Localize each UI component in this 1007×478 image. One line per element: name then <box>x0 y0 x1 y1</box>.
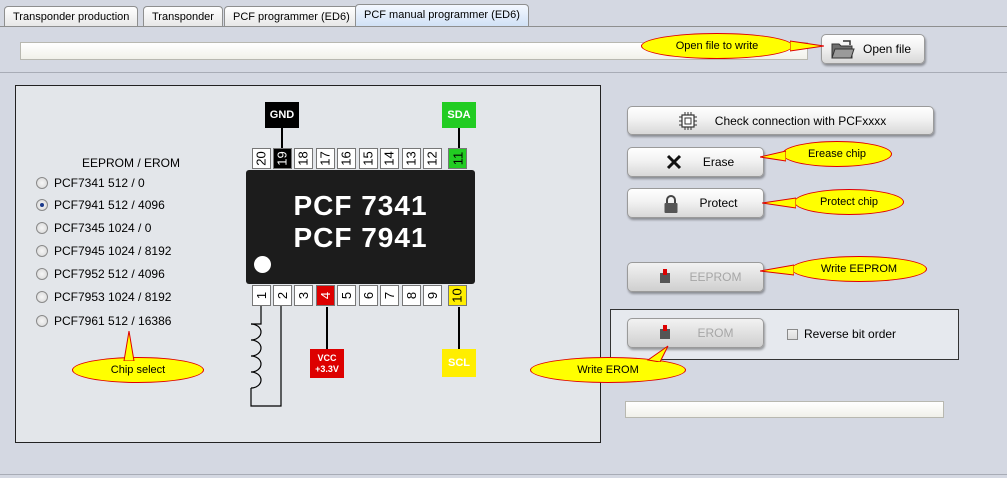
chip-title-line2: PCF 7941 <box>293 222 428 253</box>
pin-7: 7 <box>380 285 399 306</box>
callout-erase-chip: Erease chip <box>782 141 892 167</box>
chip-option-label: PCF7345 1024 / 0 <box>54 221 152 235</box>
status-field <box>625 401 944 418</box>
tab-transponder-production[interactable]: Transponder production <box>4 6 139 27</box>
pin-13: 13 <box>402 148 421 169</box>
chip-option-pcf7961[interactable]: PCF7961 512 / 16386 <box>36 313 171 329</box>
chip-title-line1: PCF 7341 <box>293 190 428 221</box>
chip-option-label: PCF7952 512 / 4096 <box>54 267 165 281</box>
scl-label: SCL <box>442 349 476 377</box>
pin-2: 2 <box>273 285 292 306</box>
gnd-label: GND <box>265 102 299 128</box>
section-divider <box>0 72 1007 73</box>
vcc-text: VCC <box>317 352 337 363</box>
write-eeprom-button[interactable]: EEPROM <box>627 262 764 292</box>
callout-erase-pointer <box>760 150 786 162</box>
chip-diagram-panel: EEPROM / EROM PCF7341 512 / 0 PCF7941 51… <box>15 85 601 443</box>
antenna-coil <box>250 306 282 407</box>
pin-20: 20 <box>252 148 271 169</box>
radio-checked-icon[interactable] <box>36 199 48 211</box>
tab-pcf-manual-programmer[interactable]: PCF manual programmer (ED6) <box>355 4 529 27</box>
close-x-icon <box>666 154 682 170</box>
pin-18: 18 <box>294 148 313 169</box>
pin-10: 10 <box>448 285 467 306</box>
callout-open-file: Open file to write <box>641 33 793 59</box>
chip-option-pcf7953[interactable]: PCF7953 1024 / 8192 <box>36 289 171 305</box>
pin-4: 4 <box>316 285 335 306</box>
open-file-button[interactable]: Open file <box>821 34 925 64</box>
chip-option-label: PCF7961 512 / 16386 <box>54 314 172 328</box>
callout-chip-select: Chip select <box>72 357 204 383</box>
check-connection-button[interactable]: Check connection with PCFxxxx <box>627 106 934 135</box>
pin1-marker <box>254 256 271 273</box>
radio-icon[interactable] <box>36 222 48 234</box>
pin-9: 9 <box>423 285 442 306</box>
radio-icon[interactable] <box>36 291 48 303</box>
vcc-voltage-text: +3.3V <box>315 363 339 374</box>
callout-write-eeprom-pointer <box>760 264 794 276</box>
radio-icon[interactable] <box>36 315 48 327</box>
tab-transponder[interactable]: Transponder <box>143 6 223 27</box>
callout-open-file-pointer <box>790 40 824 52</box>
pin-8: 8 <box>402 285 421 306</box>
pin-1: 1 <box>252 285 271 306</box>
callout-chip-select-pointer <box>123 331 135 361</box>
sda-wire <box>458 128 460 148</box>
radio-icon[interactable] <box>36 245 48 257</box>
protect-button[interactable]: Protect <box>627 188 764 218</box>
tab-pcf-programmer[interactable]: PCF programmer (ED6) <box>224 6 359 27</box>
tab-baseline <box>0 26 1007 27</box>
check-connection-label: Check connection with PCFxxxx <box>714 113 887 128</box>
chip-option-pcf7341[interactable]: PCF7341 512 / 0 <box>36 175 145 191</box>
vcc-label: VCC +3.3V <box>310 349 344 378</box>
callout-protect-pointer <box>762 197 796 209</box>
callout-protect-chip: Protect chip <box>794 189 904 215</box>
vcc-wire <box>326 307 328 349</box>
gnd-wire <box>281 128 283 148</box>
chip-option-label: PCF7945 1024 / 8192 <box>54 244 172 258</box>
callout-write-erom-pointer <box>646 345 669 362</box>
erase-button[interactable]: Erase <box>627 147 764 177</box>
chip-select-header: EEPROM / EROM <box>82 156 181 170</box>
folder-icon <box>831 40 855 60</box>
pin-6: 6 <box>359 285 378 306</box>
lock-icon <box>663 194 679 214</box>
chip-option-pcf7952[interactable]: PCF7952 512 / 4096 <box>36 266 165 282</box>
write-chip-icon <box>658 269 672 285</box>
pin-11: 11 <box>448 148 467 169</box>
callout-write-eeprom: Write EEPROM <box>791 256 927 282</box>
write-chip-icon <box>658 325 672 341</box>
chip-icon <box>678 112 698 130</box>
pin-17: 17 <box>316 148 335 169</box>
chip-option-label: PCF7341 512 / 0 <box>54 176 145 190</box>
radio-icon[interactable] <box>36 177 48 189</box>
reverse-bit-order-label: Reverse bit order <box>804 327 897 341</box>
chip-option-pcf7345[interactable]: PCF7345 1024 / 0 <box>36 220 151 236</box>
pin-12: 12 <box>423 148 442 169</box>
bottom-divider <box>0 474 1007 475</box>
reverse-bit-order-checkbox[interactable]: Reverse bit order <box>787 327 896 341</box>
pin-5: 5 <box>337 285 356 306</box>
checkbox-icon[interactable] <box>787 328 798 340</box>
radio-icon[interactable] <box>36 268 48 280</box>
chip-option-label: PCF7941 512 / 4096 <box>54 198 165 212</box>
sda-label: SDA <box>442 102 476 128</box>
chip-option-label: PCF7953 1024 / 8192 <box>54 290 172 304</box>
scl-wire <box>458 307 460 349</box>
chip-option-pcf7945[interactable]: PCF7945 1024 / 8192 <box>36 243 171 259</box>
chip-body: PCF 7341 PCF 7941 <box>246 170 475 284</box>
pin-19: 19 <box>273 148 292 169</box>
pin-16: 16 <box>337 148 356 169</box>
pin-14: 14 <box>380 148 399 169</box>
pin-3: 3 <box>294 285 313 306</box>
pin-15: 15 <box>359 148 378 169</box>
chip-option-pcf7941[interactable]: PCF7941 512 / 4096 <box>36 197 165 213</box>
